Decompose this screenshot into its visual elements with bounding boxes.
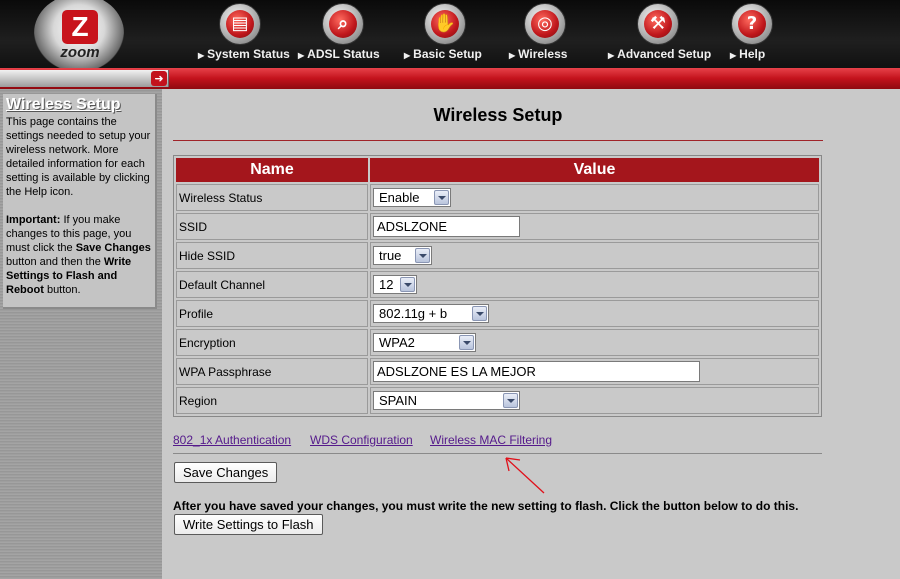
chevron-down-icon[interactable] <box>459 335 474 350</box>
help-icon[interactable]: ? <box>731 3 773 45</box>
table-row: Profile 802.11g + b <box>176 300 819 327</box>
main-content: Wireless Setup Name Value Wireless Statu… <box>162 89 900 579</box>
nav-system-status[interactable]: ▤ ▶ System Status <box>198 0 290 68</box>
magnifier-icon[interactable]: ⌕ <box>322 3 364 45</box>
wpa-passphrase-input[interactable]: ADSLZONE ES LA MEJOR <box>373 361 700 382</box>
link-wds-configuration[interactable]: WDS Configuration <box>310 433 413 447</box>
nav-wireless[interactable]: ◎ ▶ Wireless <box>509 0 579 68</box>
arrow-right-icon: ➜ <box>151 71 167 86</box>
table-row: WPA Passphrase ADSLZONE ES LA MEJOR <box>176 358 819 385</box>
chevron-down-icon[interactable] <box>472 306 487 321</box>
column-header-value: Value <box>370 158 819 182</box>
nav-help[interactable]: ? ▶ Help <box>730 0 780 68</box>
nav-label-system-status[interactable]: ▶ System Status <box>198 47 290 61</box>
row-label-ssid: SSID <box>176 213 368 240</box>
nav-label-basic-setup[interactable]: ▶ Basic Setup <box>404 47 482 61</box>
nav-advanced-setup[interactable]: ⚒ ▶ Advanced Setup <box>608 0 711 68</box>
nav-label-advanced-setup[interactable]: ▶ Advanced Setup <box>608 47 711 61</box>
row-label-region: Region <box>176 387 368 414</box>
table-header-row: Name Value <box>176 158 819 182</box>
table-row: Region SPAIN <box>176 387 819 414</box>
nav-label-adsl-status[interactable]: ▶ ADSL Status <box>298 47 380 61</box>
write-settings-to-flash-button[interactable]: Write Settings to Flash <box>174 514 323 535</box>
flash-instructions: After you have saved your changes, you m… <box>173 499 799 513</box>
zoom-logo: Z zoom <box>30 0 130 72</box>
row-value-cell: ADSLZONE ES LA MEJOR <box>370 358 819 385</box>
column-header-name: Name <box>176 158 368 182</box>
wireless-settings-table: Name Value Wireless Status Enable SSID A… <box>173 155 822 417</box>
nav-label-help[interactable]: ▶ Help <box>730 47 765 61</box>
help-box: Wireless Setup This page contains the se… <box>3 94 157 309</box>
default-channel-select[interactable]: 12 <box>373 275 417 294</box>
row-label-encryption: Encryption <box>176 329 368 356</box>
row-label-wireless-status: Wireless Status <box>176 184 368 211</box>
ssid-input[interactable]: ADSLZONE <box>373 216 520 237</box>
chevron-down-icon[interactable] <box>434 190 449 205</box>
nav-basic-setup[interactable]: ✋ ▶ Basic Setup <box>404 0 484 68</box>
title-divider <box>173 140 823 141</box>
row-label-profile: Profile <box>176 300 368 327</box>
row-label-default-channel: Default Channel <box>176 271 368 298</box>
folder-icon[interactable]: ▤ <box>219 3 261 45</box>
hand-icon[interactable]: ✋ <box>424 3 466 45</box>
wrench-icon[interactable]: ⚒ <box>637 3 679 45</box>
encryption-select[interactable]: WPA2 <box>373 333 476 352</box>
annotation-arrow-icon <box>505 457 545 494</box>
chevron-down-icon[interactable] <box>415 248 430 263</box>
save-changes-button[interactable]: Save Changes <box>174 462 278 483</box>
help-important: Important: If you make changes to this p… <box>6 214 151 296</box>
chevron-down-icon[interactable] <box>400 277 415 292</box>
hide-ssid-select[interactable]: true <box>373 246 432 265</box>
row-value-cell: SPAIN <box>370 387 819 414</box>
top-banner: Z zoom ▤ ▶ System Status ⌕ ▶ ADSL Status ✋… <box>0 0 900 72</box>
logo-z-mark: Z <box>62 10 98 44</box>
row-value-cell: WPA2 <box>370 329 819 356</box>
link-wireless-mac-filtering[interactable]: Wireless MAC Filtering <box>430 433 552 447</box>
nav-adsl-status[interactable]: ⌕ ▶ ADSL Status <box>298 0 380 68</box>
link-802-1x-authentication[interactable]: 802_1x Authentication <box>173 433 291 447</box>
page-title: Wireless Setup <box>433 105 563 125</box>
table-row: Default Channel 12 <box>176 271 819 298</box>
chevron-down-icon[interactable] <box>503 393 518 408</box>
help-sidebar: Wireless Setup This page contains the se… <box>0 89 162 579</box>
row-value-cell: Enable <box>370 184 819 211</box>
nav-label-wireless[interactable]: ▶ Wireless <box>509 47 567 61</box>
row-label-hide-ssid: Hide SSID <box>176 242 368 269</box>
row-value-cell: true <box>370 242 819 269</box>
table-row: Wireless Status Enable <box>176 184 819 211</box>
row-label-wpa-passphrase: WPA Passphrase <box>176 358 368 385</box>
links-divider <box>173 453 822 454</box>
wireless-antenna-icon[interactable]: ◎ <box>524 3 566 45</box>
region-select[interactable]: SPAIN <box>373 391 520 410</box>
table-row: SSID ADSLZONE <box>176 213 819 240</box>
help-title: Wireless Setup <box>6 96 121 113</box>
row-value-cell: ADSLZONE <box>370 213 819 240</box>
help-intro: This page contains the settings needed t… <box>6 116 151 198</box>
table-row: Hide SSID true <box>176 242 819 269</box>
wireless-status-select[interactable]: Enable <box>373 188 451 207</box>
sidebar-header-bar <box>0 70 169 87</box>
row-value-cell: 12 <box>370 271 819 298</box>
profile-select[interactable]: 802.11g + b <box>373 304 489 323</box>
logo-wordmark: zoom <box>60 44 100 61</box>
table-row: Encryption WPA2 <box>176 329 819 356</box>
row-value-cell: 802.11g + b <box>370 300 819 327</box>
